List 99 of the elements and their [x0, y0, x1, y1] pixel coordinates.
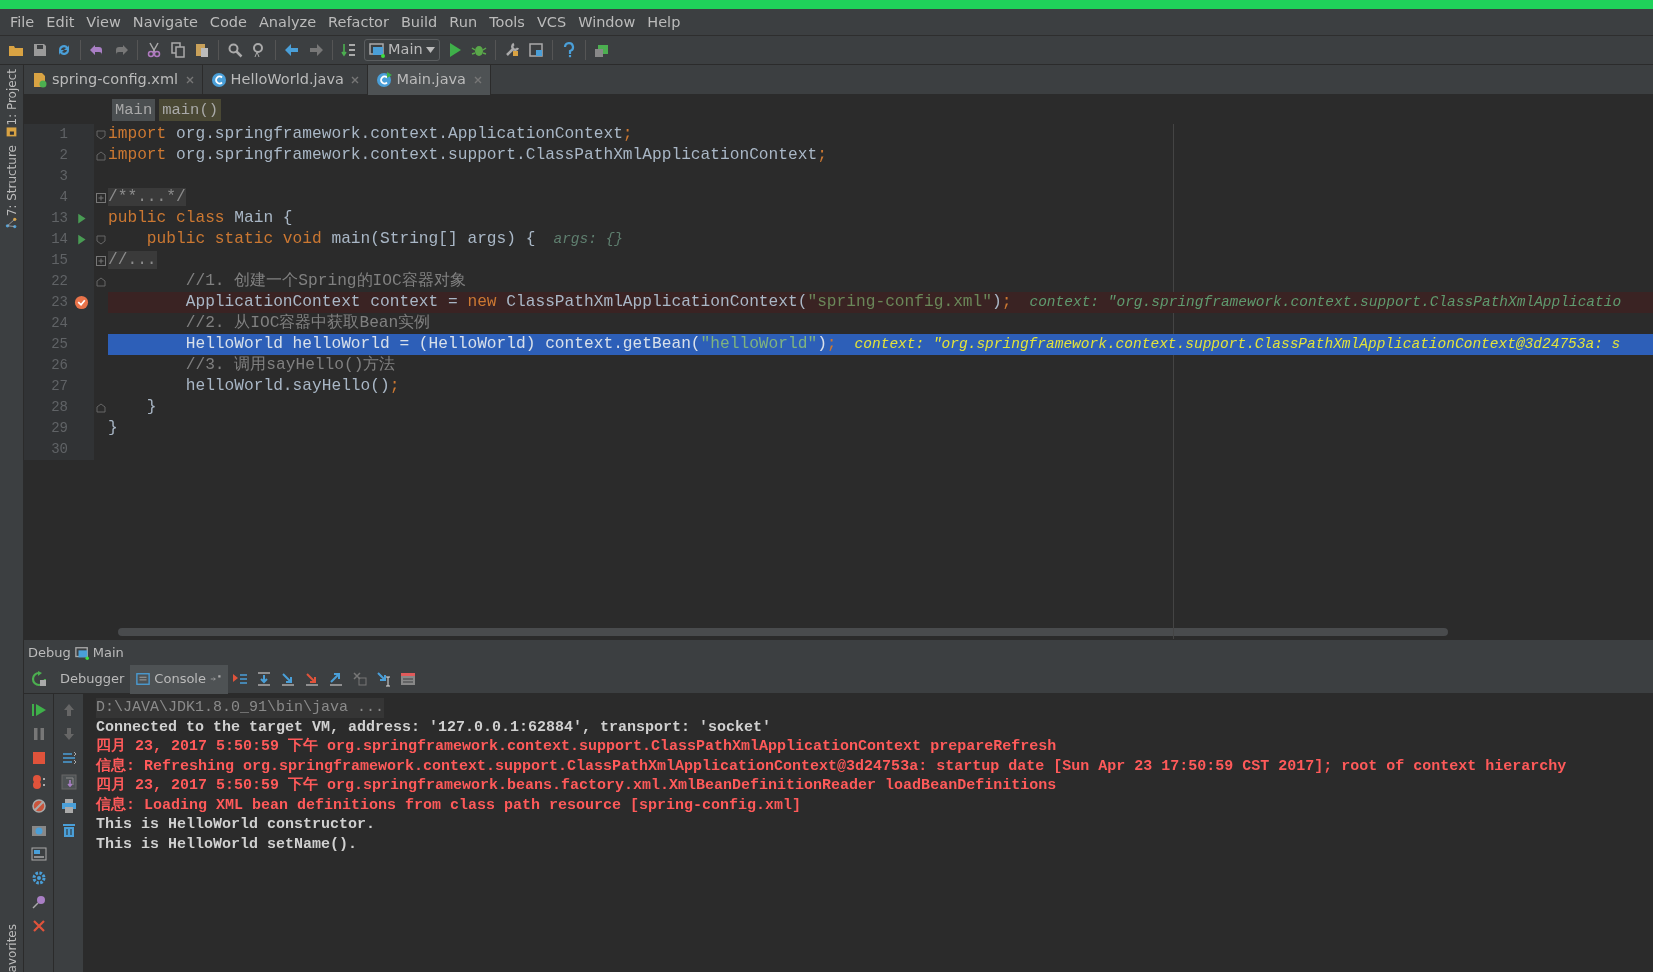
- layout-icon[interactable]: [30, 846, 47, 862]
- stop-icon[interactable]: [30, 750, 47, 766]
- run-config-dropdown[interactable]: Main: [364, 39, 440, 61]
- code-line: import org.springframework.context.ApplicationContext;: [108, 125, 633, 143]
- code-line: //2. 从IOC容器中获取Bean实例: [184, 314, 431, 332]
- copy-icon[interactable]: [170, 42, 186, 58]
- structure-icon: [5, 216, 18, 230]
- rerun-icon[interactable]: [31, 671, 47, 687]
- fold-icon[interactable]: [95, 275, 107, 288]
- inline-value: context: "org.springframework.context.support.ClassPathXmlApplicatio: [1029, 294, 1622, 310]
- force-step-into-icon[interactable]: [303, 671, 320, 687]
- forward-arrow-icon[interactable]: [308, 42, 324, 58]
- folder-icon: [5, 125, 18, 139]
- menu-item[interactable]: Window: [572, 9, 642, 35]
- menu-item[interactable]: VCS: [530, 9, 573, 35]
- console-line: 信息: Loading XML bean definitions from class path resource [spring-config.xml]: [96, 796, 802, 814]
- redo-icon[interactable]: [113, 42, 129, 58]
- tool-window-tab[interactable]: 7: Structure: [2, 145, 21, 217]
- debug-tab[interactable]: Debugger: [54, 664, 131, 694]
- sdk-icon[interactable]: [593, 42, 610, 58]
- sync-icon[interactable]: [56, 42, 72, 58]
- back-arrow-icon[interactable]: [284, 42, 300, 58]
- menu-item[interactable]: Help: [641, 9, 687, 35]
- menu-item[interactable]: File: [4, 9, 41, 35]
- inline-hint: args: {}: [553, 231, 624, 247]
- resume-icon[interactable]: [30, 702, 47, 718]
- expand-icon[interactable]: [95, 254, 107, 267]
- code-line: HelloWorld helloWorld = (HelloWorld) context.getBean("helloWorld");: [184, 335, 837, 353]
- code-line: }: [108, 419, 118, 437]
- fold-icon[interactable]: [95, 149, 107, 162]
- close-icon[interactable]: [351, 76, 360, 84]
- class-icon: [376, 72, 393, 88]
- inline-value: context: "org.springframework.context.support.ClassPathXmlApplicationContext@3d24753a: s: [854, 336, 1621, 352]
- console-icon: [136, 672, 151, 686]
- run-to-cursor-icon[interactable]: [375, 671, 392, 687]
- code-line: //1. 创建一个Spring的IOC容器对象: [184, 272, 466, 290]
- fold-icon[interactable]: [95, 128, 107, 141]
- expand-icon[interactable]: [95, 191, 107, 204]
- panel-title: Debug: [28, 643, 71, 662]
- console-line: 四月 23, 2017 5:50:59 下午 org.springframework.beans.factory.xml.XmlBeanDefinitionReader loadBeanDefinitions: [96, 777, 1057, 794]
- print-icon[interactable]: [60, 798, 77, 814]
- code-line: public class Main {: [108, 209, 293, 227]
- console-line: This is HelloWorld setName().: [96, 835, 358, 853]
- mute-breakpoints-icon[interactable]: [30, 798, 47, 814]
- save-icon[interactable]: [32, 42, 48, 58]
- code-line: //3. 调用sayHello()方法: [184, 356, 396, 374]
- fold-icon[interactable]: [95, 233, 107, 246]
- step-over-icon[interactable]: [255, 671, 272, 687]
- menu-item[interactable]: Analyze: [252, 9, 323, 35]
- tool-window-tab[interactable]: 1: Project: [2, 68, 21, 126]
- editor-tab[interactable]: Main.java: [368, 65, 491, 95]
- scroll-to-end-icon[interactable]: [60, 774, 77, 790]
- drop-frame-icon[interactable]: [351, 671, 368, 687]
- run-config-label: Main: [92, 643, 124, 662]
- breakpoint-icon[interactable]: [73, 295, 89, 310]
- console-line: This is HelloWorld constructor.: [96, 816, 376, 833]
- breadcrumb[interactable]: Main: [112, 98, 156, 121]
- horizontal-scrollbar[interactable]: [118, 628, 1448, 636]
- code-line: helloWorld.sayHello();: [184, 377, 400, 395]
- evaluate-icon[interactable]: [399, 671, 416, 687]
- menu-item[interactable]: Code: [203, 9, 253, 35]
- show-execution-point-icon[interactable]: [231, 671, 248, 687]
- menu-item[interactable]: Tools: [483, 9, 531, 35]
- step-into-icon[interactable]: [279, 671, 296, 687]
- trash-icon[interactable]: [60, 822, 77, 838]
- close-icon[interactable]: [30, 918, 47, 934]
- console-line: Connected to the target VM, address: '127.0.0.1:62884', transport: 'socket': [96, 718, 772, 736]
- menu-item[interactable]: Edit: [40, 9, 81, 35]
- menu-item[interactable]: Build: [394, 9, 444, 35]
- caret-icon: [425, 47, 435, 53]
- fold-icon[interactable]: [95, 401, 107, 414]
- xml-file-icon: [32, 72, 48, 88]
- menu-item[interactable]: View: [80, 9, 127, 35]
- code-line: import org.springframework.context.support.ClassPathXmlApplicationContext;: [108, 146, 827, 164]
- monitor-icon: [369, 42, 385, 58]
- code-line: public static void main(String[] args) {: [145, 230, 536, 248]
- search-icon[interactable]: [227, 42, 243, 58]
- breakpoints-icon[interactable]: [30, 774, 47, 790]
- close-icon[interactable]: [185, 76, 194, 84]
- step-out-icon[interactable]: [327, 671, 344, 687]
- cut-icon[interactable]: [146, 42, 162, 58]
- debug-tab[interactable]: Console: [130, 664, 228, 694]
- console-line: 四月 23, 2017 5:50:59 下午 org.springframework.context.support.ClassPathXmlApplicationContext prepareRefresh: [96, 738, 1057, 755]
- breadcrumb[interactable]: main(): [159, 98, 222, 121]
- menu-item[interactable]: Run: [443, 9, 484, 35]
- wrap-icon[interactable]: [60, 750, 77, 766]
- code-line: ApplicationContext context = new ClassPathXmlApplicationContext("spring-config.xml");: [184, 293, 1012, 311]
- menu-item[interactable]: Navigate: [126, 9, 204, 35]
- code-line: }: [145, 398, 157, 416]
- monitor-icon: [74, 645, 89, 660]
- settings-icon[interactable]: [30, 870, 47, 886]
- tool-window-tab[interactable]: avorites: [2, 923, 21, 972]
- menu-item[interactable]: Refactor: [322, 9, 395, 35]
- console-line: 信息: Refreshing org.springframework.context.support.ClassPathXmlApplicationContext@3d24753a: startup date [Sun Apr 23 17:50:59 CST 2017]; root of context hierarchy: [96, 757, 1567, 775]
- project-structure-icon[interactable]: [527, 42, 544, 58]
- build-icon[interactable]: [341, 42, 357, 58]
- pin-icon[interactable]: [30, 894, 47, 910]
- paste-icon[interactable]: [194, 42, 210, 58]
- class-icon: [210, 72, 227, 88]
